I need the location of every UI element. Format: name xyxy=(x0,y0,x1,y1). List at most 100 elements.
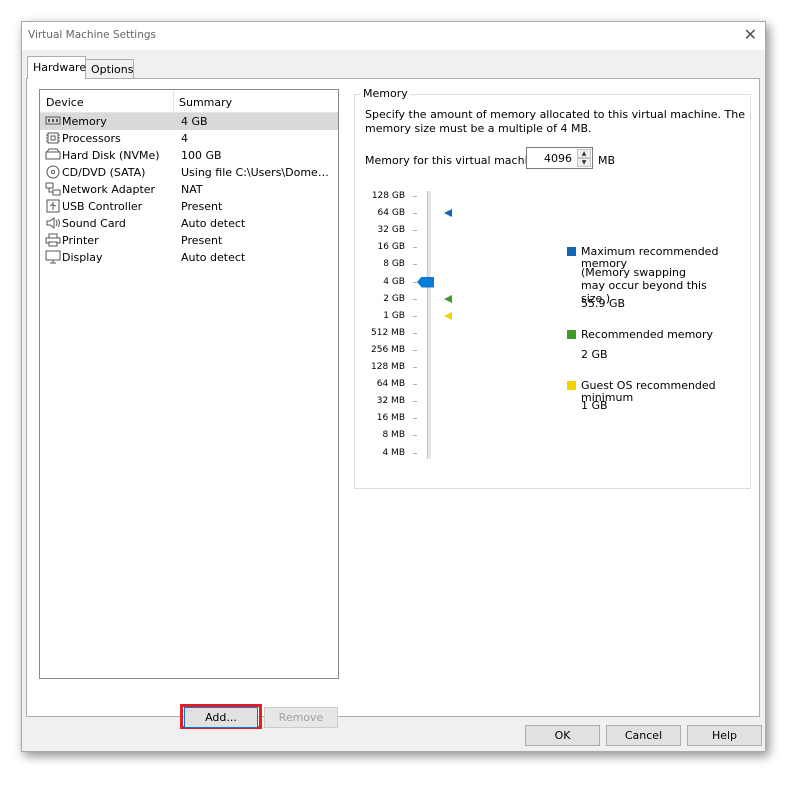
printer-icon xyxy=(45,233,61,247)
device-row-display[interactable]: Display Auto detect xyxy=(40,249,338,266)
memory-scale-tick xyxy=(413,247,417,249)
tab-options[interactable]: Options xyxy=(85,59,134,78)
memory-scale-label: 4 GB xyxy=(383,276,405,287)
device-name: Display xyxy=(62,251,103,264)
memory-icon xyxy=(45,116,61,125)
memory-groupbox: Memory Specify the amount of memory allo… xyxy=(354,87,751,489)
device-summary: 4 xyxy=(181,132,188,145)
memory-scale-tick xyxy=(413,384,417,386)
window-title: Virtual Machine Settings xyxy=(28,29,157,41)
device-summary: NAT xyxy=(181,183,203,196)
device-row-memory[interactable]: Memory 4 GB xyxy=(40,113,338,130)
memory-field-label: Memory for this virtual machine: xyxy=(365,154,546,167)
network-adapter-icon xyxy=(45,182,61,196)
memory-scale-label: 1 GB xyxy=(383,310,405,321)
guest-min-marker-icon xyxy=(444,311,452,320)
column-header-summary[interactable]: Summary xyxy=(179,96,232,109)
virtual-machine-settings-dialog: Virtual Machine Settings ✕ Hardware Opti… xyxy=(21,21,766,752)
device-name: Memory xyxy=(62,115,107,128)
memory-scale-label: 128 MB xyxy=(371,362,405,372)
memory-scale-tick xyxy=(413,196,417,197)
column-divider[interactable] xyxy=(173,90,174,112)
device-name: Processors xyxy=(62,132,121,145)
device-summary: 4 GB xyxy=(181,115,208,128)
close-icon[interactable]: ✕ xyxy=(744,25,757,44)
device-name: Hard Disk (NVMe) xyxy=(62,149,160,162)
cancel-button[interactable]: Cancel xyxy=(606,725,681,746)
device-name: Printer xyxy=(62,234,99,247)
device-list-header: Device Summary xyxy=(40,90,338,113)
memory-unit: MB xyxy=(598,154,616,167)
memory-scale-tick xyxy=(413,435,417,437)
memory-slider-track[interactable] xyxy=(427,191,431,459)
device-summary: Present xyxy=(181,234,223,247)
tab-hardware[interactable]: Hardware xyxy=(27,56,86,79)
spin-down-icon[interactable]: ▼ xyxy=(577,158,591,167)
memory-scale-tick xyxy=(413,230,417,232)
title-bar: Virtual Machine Settings ✕ xyxy=(22,22,765,50)
device-summary: Present xyxy=(181,200,223,213)
device-name: Network Adapter xyxy=(62,183,156,196)
memory-scale-tick xyxy=(413,418,417,420)
device-row-processors[interactable]: Processors 4 xyxy=(40,130,338,147)
dialog-button-bar: OK Cancel Help xyxy=(22,719,765,751)
memory-scale-tick xyxy=(413,264,417,266)
memory-scale-tick xyxy=(413,332,417,334)
memory-scale-label: 128 GB xyxy=(371,191,405,201)
device-summary: Using file C:\Users\Domenico... xyxy=(181,166,333,179)
usb-icon xyxy=(46,199,60,213)
device-row-usb-controller[interactable]: USB Controller Present xyxy=(40,198,338,215)
max-recommended-value: 55.9 GB xyxy=(581,297,626,310)
memory-scale-tick xyxy=(413,349,417,351)
cd-dvd-icon xyxy=(46,165,60,179)
column-header-device[interactable]: Device xyxy=(46,96,84,109)
memory-scale-tick xyxy=(413,367,417,368)
spin-up-icon[interactable]: ▲ xyxy=(577,149,591,158)
device-name: CD/DVD (SATA) xyxy=(62,166,146,179)
memory-scale-label: 8 MB xyxy=(382,430,405,441)
device-summary: Auto detect xyxy=(181,251,246,264)
memory-scale-tick xyxy=(413,281,417,283)
memory-scale-label: 64 MB xyxy=(376,379,405,390)
memory-scale-label: 16 GB xyxy=(377,242,405,253)
memory-scale-label: 32 MB xyxy=(376,396,405,407)
recommended-marker-icon xyxy=(444,294,452,303)
memory-description: Specify the amount of memory allocated t… xyxy=(365,108,745,135)
memory-scale-tick xyxy=(413,452,417,454)
memory-scale-label: 256 MB xyxy=(371,344,405,355)
hardware-tab-panel: Device Summary Memory 4 GB Processors 4 … xyxy=(26,78,760,729)
device-row-printer[interactable]: Printer Present xyxy=(40,232,338,249)
device-row-cd-dvd[interactable]: CD/DVD (SATA) Using file C:\Users\Domeni… xyxy=(40,164,338,181)
memory-scale-label: 512 MB xyxy=(371,327,405,338)
memory-scale-label: 8 GB xyxy=(383,259,405,270)
recommended-swatch xyxy=(567,330,576,339)
max-recommended-marker-icon xyxy=(444,209,452,218)
memory-scale-tick xyxy=(413,213,417,215)
processor-icon xyxy=(46,132,60,144)
memory-scale-label: 2 GB xyxy=(383,293,405,304)
device-row-hard-disk[interactable]: Hard Disk (NVMe) 100 GB xyxy=(40,147,338,164)
memory-scale-label: 4 MB xyxy=(382,447,405,458)
memory-value[interactable]: 4096 xyxy=(544,152,572,165)
display-icon xyxy=(45,250,61,264)
memory-slider-thumb[interactable] xyxy=(417,276,434,288)
max-recommended-swatch xyxy=(567,247,576,256)
device-summary: Auto detect xyxy=(181,217,246,230)
hard-disk-icon xyxy=(45,148,61,160)
device-name: USB Controller xyxy=(62,200,143,213)
device-row-sound-card[interactable]: Sound Card Auto detect xyxy=(40,215,338,232)
memory-scale-tick xyxy=(413,315,417,317)
memory-spinbox[interactable]: 4096 ▲ ▼ xyxy=(526,147,593,169)
guest-min-swatch xyxy=(567,381,576,390)
memory-group-title: Memory xyxy=(361,87,410,100)
help-button[interactable]: Help xyxy=(687,725,762,746)
device-list[interactable]: Device Summary Memory 4 GB Processors 4 … xyxy=(39,89,339,679)
memory-scale-label: 16 MB xyxy=(376,413,405,424)
ok-button[interactable]: OK xyxy=(525,725,600,746)
memory-scale-tick xyxy=(413,401,417,403)
device-row-network-adapter[interactable]: Network Adapter NAT xyxy=(40,181,338,198)
memory-scale-label: 32 GB xyxy=(377,225,405,236)
device-name: Sound Card xyxy=(62,217,126,230)
recommended-value: 2 GB xyxy=(581,348,608,361)
memory-scale-tick xyxy=(413,298,417,300)
